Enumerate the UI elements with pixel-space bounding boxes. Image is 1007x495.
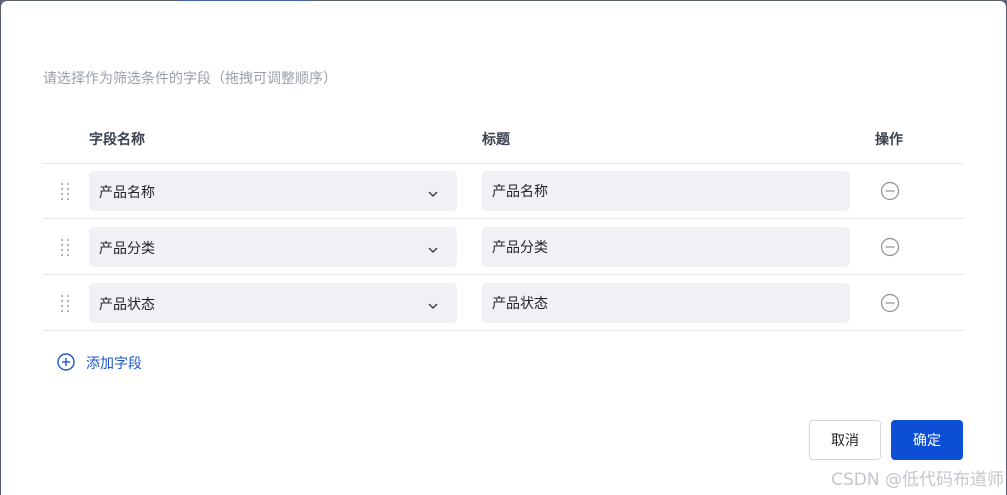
field-config-dialog: 请选择作为筛选条件的字段（拖拽可调整顺序） 字段名称 标题 操作 产品名称 产品… (1, 1, 1006, 495)
field-select[interactable]: 产品分类 (89, 227, 457, 267)
field-select-value: 产品状态 (99, 297, 155, 313)
chevron-down-icon (427, 241, 439, 254)
table-row: 产品分类 (43, 219, 964, 275)
watermark: CSDN @低代码布道师 (831, 470, 1004, 490)
column-header-title: 标题 (482, 132, 510, 148)
field-select[interactable]: 产品状态 (89, 283, 457, 323)
drag-handle-icon[interactable] (59, 238, 71, 256)
add-field-label: 添加字段 (86, 356, 142, 372)
title-input[interactable] (482, 283, 850, 323)
field-select-value: 产品名称 (99, 185, 155, 201)
drag-handle-icon[interactable] (59, 294, 71, 312)
field-select-value: 产品分类 (99, 241, 155, 257)
chevron-down-icon (427, 185, 439, 198)
table-header: 字段名称 标题 操作 (43, 121, 964, 164)
instruction-text: 请选择作为筛选条件的字段（拖拽可调整顺序） (43, 71, 337, 87)
column-header-field-name: 字段名称 (89, 132, 145, 148)
remove-row-icon[interactable] (880, 237, 900, 257)
column-header-action: 操作 (875, 132, 903, 148)
field-select[interactable]: 产品名称 (89, 171, 457, 211)
table-row: 产品名称 (43, 163, 964, 219)
drag-handle-icon[interactable] (59, 182, 71, 200)
table-row: 产品状态 (43, 275, 964, 331)
cancel-button[interactable]: 取消 (809, 420, 881, 460)
remove-row-icon[interactable] (880, 181, 900, 201)
chevron-down-icon (427, 297, 439, 310)
title-input[interactable] (482, 171, 850, 211)
title-input[interactable] (482, 227, 850, 267)
plus-circle-icon (57, 353, 75, 371)
confirm-button[interactable]: 确定 (891, 420, 963, 460)
remove-row-icon[interactable] (880, 293, 900, 313)
